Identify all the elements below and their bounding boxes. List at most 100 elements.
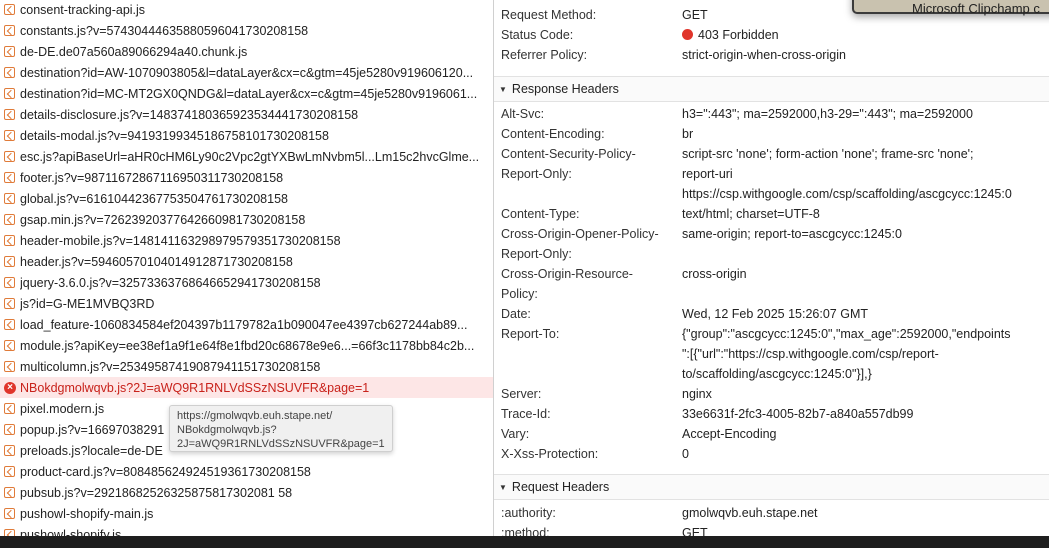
request-name: module.js?apiKey=ee38ef1a9f1e64f8e1fbd20…	[20, 338, 475, 353]
request-row[interactable]: gsap.min.js?v=72623920377642660981730208…	[0, 209, 493, 230]
response-header-key: X-Xss-Protection:	[501, 447, 599, 461]
request-row[interactable]: destination?id=MC-MT2GX0QNDG&l=dataLayer…	[0, 83, 493, 104]
script-file-icon	[4, 424, 15, 435]
request-row[interactable]: product-card.js?v=8084856249245193617302…	[0, 461, 493, 482]
request-name: preloads.js?locale=de-DE	[20, 443, 163, 458]
script-file-icon	[4, 466, 15, 477]
script-file-icon	[4, 508, 15, 519]
response-header-key: Cross-Origin-Resource-	[501, 267, 633, 281]
request-name: header.js?v=5946057010401491287173020815…	[20, 254, 293, 269]
error-status-icon	[682, 29, 693, 40]
request-row[interactable]: × NBokdgmolwqvb.js?2J=aWQ9R1RNLVdSSzNSUVF…	[0, 377, 493, 398]
script-file-icon	[4, 25, 15, 36]
request-row[interactable]: details-disclosure.js?v=1483741803659235…	[0, 104, 493, 125]
request-name: product-card.js?v=8084856249245193617302…	[20, 464, 311, 479]
request-name: details-modal.js?v=941931993451867581017…	[20, 128, 329, 143]
request-row[interactable]: multicolumn.js?v=25349587419087941151730…	[0, 356, 493, 377]
script-file-icon	[4, 67, 15, 78]
request-row[interactable]: pubsub.js?v=29218682526325875817302081 5…	[0, 482, 493, 503]
script-file-icon	[4, 529, 15, 536]
request-list[interactable]: consent-tracking-api.js constants.js?v=57…	[0, 0, 493, 536]
headers-panel: g Request Method: GET Status Code: 403 F…	[494, 0, 1049, 536]
request-row[interactable]: footer.js?v=9871167286711695031173020815…	[0, 167, 493, 188]
request-name: global.js?v=6161044236775350476173020815…	[20, 191, 288, 206]
general-key: Status Code:	[501, 28, 574, 42]
script-file-icon	[4, 361, 15, 372]
request-name: pushowl-shopify-main.js	[20, 506, 154, 521]
response-header-value: to/scaffolding/ascgcycc:1245:0"}],}	[682, 367, 872, 381]
response-header-key: Trace-Id:	[501, 407, 551, 421]
request-row[interactable]: header-mobile.js?v=148141163298979579351…	[0, 230, 493, 251]
request-row[interactable]: pushowl-shopify.js	[0, 524, 493, 536]
request-headers-toggle[interactable]: ▼ Request Headers	[494, 474, 1049, 500]
response-header-key: Content-Type:	[501, 207, 580, 221]
request-name: jquery-3.6.0.js?v=3257336376864665294173…	[20, 275, 321, 290]
response-header-value: h3=":443"; ma=2592000,h3-29=":443"; ma=2…	[682, 107, 973, 121]
response-header-value: ":[{"url":"https://csp.withgoogle.com/cs…	[682, 347, 939, 361]
response-header-key: Content-Security-Policy-	[501, 147, 636, 161]
general-key: Referrer Policy:	[501, 48, 588, 62]
request-header-key: :authority:	[501, 506, 556, 520]
response-header-key: Alt-Svc:	[501, 107, 545, 121]
notification-label: Microsoft Clipchamp c	[912, 1, 1040, 16]
response-header-key: Server:	[501, 387, 542, 401]
script-file-icon	[4, 319, 15, 330]
section-title: Request Headers	[511, 480, 610, 494]
request-name: constants.js?v=5743044463588059604173020…	[20, 23, 309, 38]
request-name: de-DE.de07a560a89066294a40.chunk.js	[20, 44, 248, 59]
request-name: destination?id=AW-1070903805&l=dataLayer…	[20, 65, 474, 80]
request-name: pixel.modern.js	[20, 401, 105, 416]
request-name: NBokdgmolwqvb.js?2J=aWQ9R1RNLVdSSzNSUVFR…	[20, 380, 370, 395]
request-name: footer.js?v=9871167286711695031173020815…	[20, 170, 284, 185]
request-name: js?id=G-ME1MVBQ3RD	[20, 296, 155, 311]
request-row[interactable]: consent-tracking-api.js	[0, 0, 493, 20]
response-header-value: nginx	[682, 387, 712, 401]
request-row[interactable]: pushowl-shopify-main.js	[0, 503, 493, 524]
request-row[interactable]: header.js?v=5946057010401491287173020815…	[0, 251, 493, 272]
request-row[interactable]: module.js?apiKey=ee38ef1a9f1e64f8e1fbd20…	[0, 335, 493, 356]
request-name: gsap.min.js?v=72623920377642660981730208…	[20, 212, 306, 227]
response-header-value: text/html; charset=UTF-8	[682, 207, 820, 221]
request-row[interactable]: constants.js?v=5743044463588059604173020…	[0, 20, 493, 41]
general-key: Request Method:	[501, 8, 597, 22]
response-header-key: Report-Only:	[501, 247, 572, 261]
status-text: 403 Forbidden	[698, 28, 779, 42]
response-header-key: Report-Only:	[501, 167, 572, 181]
request-row[interactable]: esc.js?apiBaseUrl=aHR0cHM6Ly90c2Vpc2gtYX…	[0, 146, 493, 167]
request-name: destination?id=MC-MT2GX0QNDG&l=dataLayer…	[20, 86, 478, 101]
response-header-value: Accept-Encoding	[682, 427, 777, 441]
error-icon: ×	[4, 381, 16, 394]
request-name: header-mobile.js?v=148141163298979579351…	[20, 233, 341, 248]
response-headers-toggle[interactable]: ▼ Response Headers	[494, 76, 1049, 102]
referrer-policy-value: strict-origin-when-cross-origin	[682, 48, 846, 62]
request-row[interactable]: details-modal.js?v=941931993451867581017…	[0, 125, 493, 146]
response-header-value: script-src 'none'; form-action 'none'; f…	[682, 147, 974, 161]
request-name: details-disclosure.js?v=1483741803659235…	[20, 107, 359, 122]
request-row[interactable]: global.js?v=6161044236775350476173020815…	[0, 188, 493, 209]
response-header-key: Policy:	[501, 287, 538, 301]
request-row[interactable]: load_feature-1060834584ef204397b1179782a…	[0, 314, 493, 335]
request-name: multicolumn.js?v=25349587419087941151730…	[20, 359, 321, 374]
script-file-icon	[4, 298, 15, 309]
script-file-icon	[4, 487, 15, 498]
request-name: pubsub.js?v=29218682526325875817302081 5…	[20, 485, 293, 500]
clipchamp-notification[interactable]: Microsoft Clipchamp c	[852, 0, 1049, 16]
request-header-value: GET	[682, 526, 708, 536]
request-row[interactable]: js?id=G-ME1MVBQ3RD	[0, 293, 493, 314]
response-header-value: 0	[682, 447, 689, 461]
script-file-icon	[4, 445, 15, 456]
script-file-icon	[4, 340, 15, 351]
request-header-key: :method:	[501, 526, 550, 536]
response-header-value: https://csp.withgoogle.com/csp/scaffoldi…	[682, 187, 1012, 201]
response-header-key: Cross-Origin-Opener-Policy-	[501, 227, 659, 241]
window-bottom-edge	[0, 536, 1049, 548]
response-header-value: Wed, 12 Feb 2025 15:26:07 GMT	[682, 307, 868, 321]
request-name: pushowl-shopify.js	[20, 527, 122, 537]
script-file-icon	[4, 235, 15, 246]
request-row[interactable]: jquery-3.6.0.js?v=3257336376864665294173…	[0, 272, 493, 293]
request-row[interactable]: de-DE.de07a560a89066294a40.chunk.js	[0, 41, 493, 62]
status-code-value: 403 Forbidden	[682, 28, 779, 42]
script-file-icon	[4, 46, 15, 57]
script-file-icon	[4, 214, 15, 225]
request-row[interactable]: destination?id=AW-1070903805&l=dataLayer…	[0, 62, 493, 83]
